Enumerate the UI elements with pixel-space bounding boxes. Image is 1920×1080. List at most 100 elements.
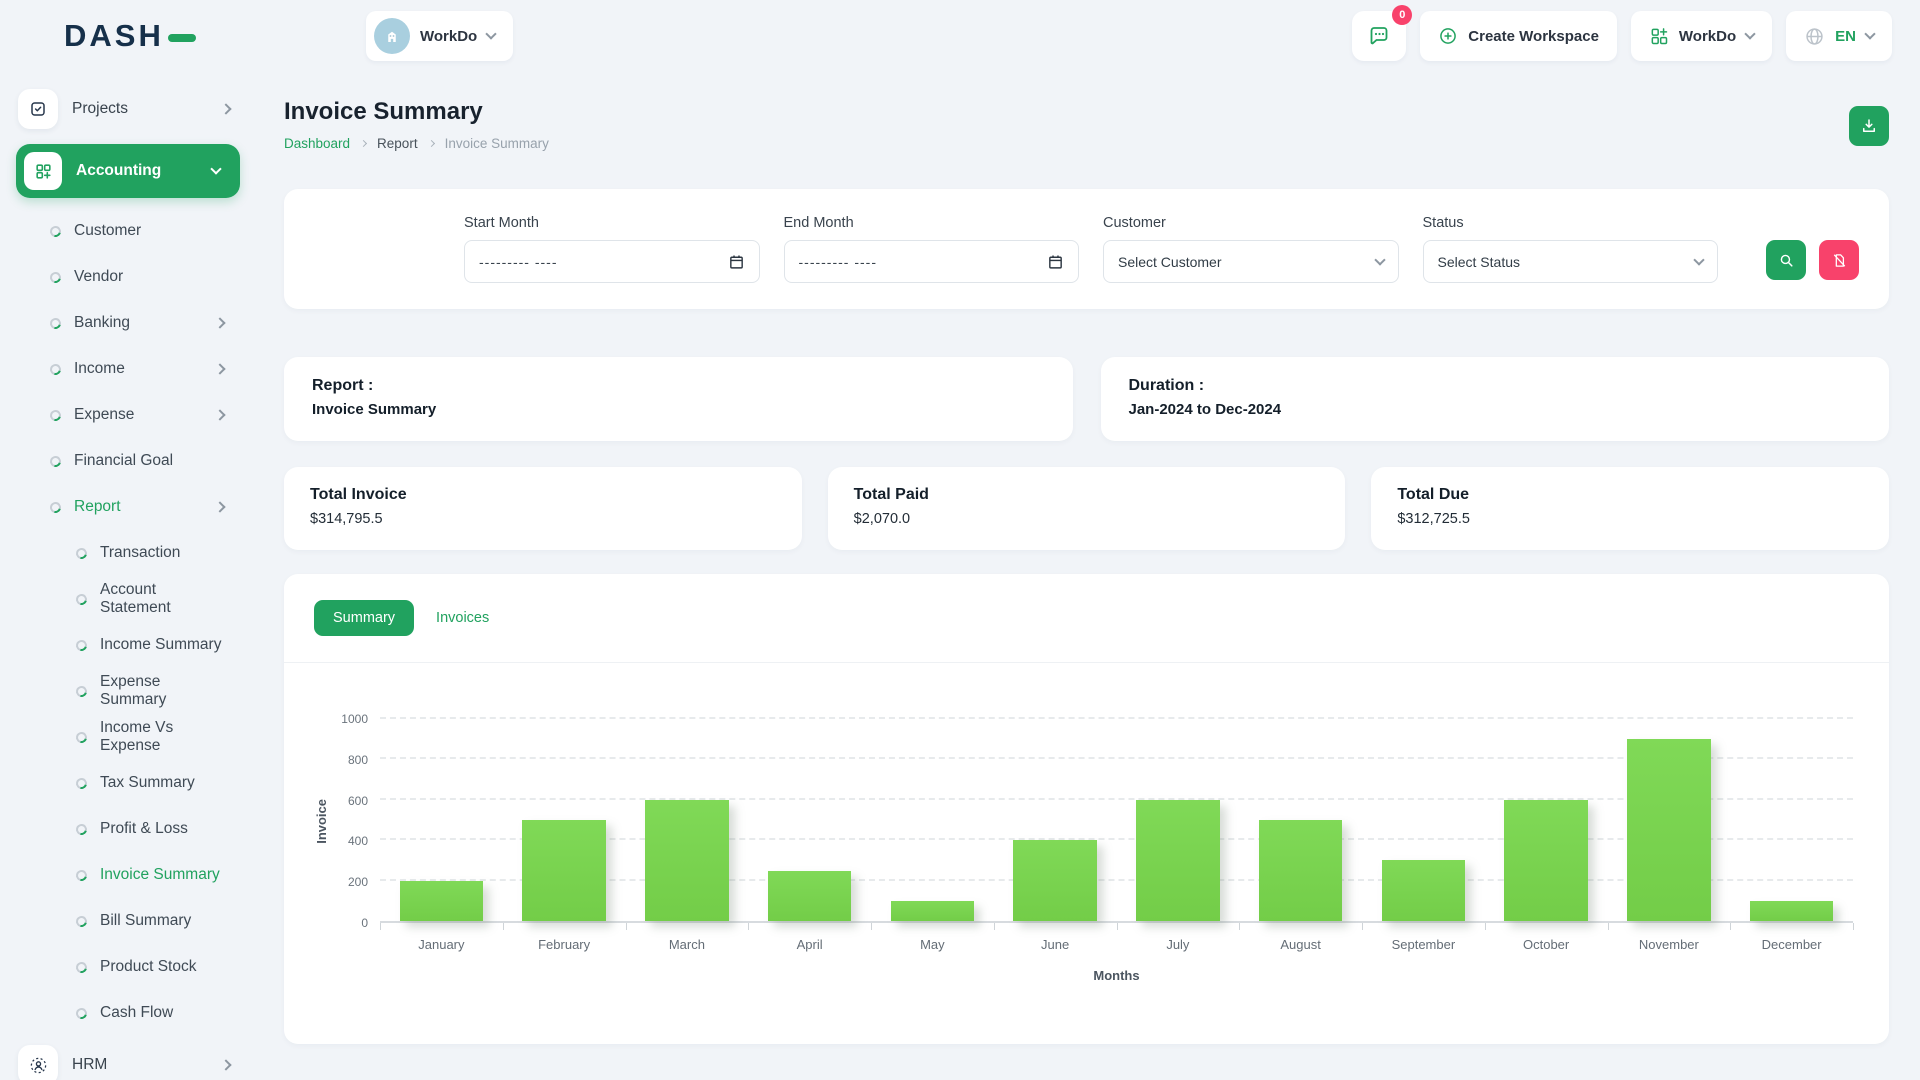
bullet-icon xyxy=(48,407,63,422)
chevron-right-icon xyxy=(220,1059,231,1070)
bar-april[interactable] xyxy=(768,871,851,922)
status-select[interactable]: Select Status xyxy=(1423,240,1719,283)
y-axis-title: Invoice xyxy=(314,799,329,844)
bullet-icon xyxy=(74,637,89,652)
tab-invoices[interactable]: Invoices xyxy=(436,610,489,626)
sidebar-item-hrm[interactable]: HRM xyxy=(0,1036,254,1080)
language-code: EN xyxy=(1835,28,1856,45)
bar-july[interactable] xyxy=(1136,800,1219,921)
x-axis-tick xyxy=(1485,923,1486,930)
x-label-january: January xyxy=(380,937,503,952)
sidebar-item-label: Expense xyxy=(74,406,134,424)
sidebar-item-expense[interactable]: Expense xyxy=(0,392,254,438)
chat-icon xyxy=(1367,24,1391,48)
topbar: DASH WorkDo 0 Create Workspace xyxy=(0,0,1920,72)
x-axis-tick xyxy=(1730,923,1731,930)
language-selector[interactable]: EN xyxy=(1786,11,1892,61)
start-month-input[interactable]: --------- ---- xyxy=(464,240,760,283)
messages-count-badge: 0 xyxy=(1392,5,1412,25)
sidebar-item-income[interactable]: Income xyxy=(0,346,254,392)
create-workspace-button[interactable]: Create Workspace xyxy=(1420,11,1617,61)
workspace-switcher[interactable]: WorkDo xyxy=(366,11,513,61)
bullet-icon xyxy=(48,223,63,238)
accounting-submenu: CustomerVendor Banking Income Expense Financ… xyxy=(0,208,254,1036)
status-label: Status xyxy=(1423,215,1719,231)
download-button[interactable] xyxy=(1849,106,1889,146)
breadcrumb-dashboard[interactable]: Dashboard xyxy=(284,136,350,151)
tab-summary[interactable]: Summary xyxy=(314,600,414,636)
bar-january[interactable] xyxy=(400,881,483,921)
bar-slot xyxy=(626,719,749,921)
sidebar-item-profit-loss[interactable]: Profit & Loss xyxy=(0,806,254,852)
building-icon xyxy=(383,27,401,45)
report-card: Report : Invoice Summary xyxy=(284,357,1073,441)
bar-december[interactable] xyxy=(1750,901,1833,921)
bar-august[interactable] xyxy=(1259,820,1342,921)
bar-november[interactable] xyxy=(1627,739,1710,921)
sidebar-item-projects[interactable]: Projects xyxy=(0,80,254,138)
x-axis-labels: JanuaryFebruaryMarchAprilMayJuneJulyAugu… xyxy=(380,937,1853,952)
sidebar-item-expense-summary[interactable]: Expense Summary xyxy=(0,668,254,714)
sidebar-item-bill-summary[interactable]: Bill Summary xyxy=(0,898,254,944)
apps-menu-button[interactable]: WorkDo xyxy=(1631,11,1772,61)
duration-card: Duration : Jan-2024 to Dec-2024 xyxy=(1101,357,1890,441)
sidebar-item-label: Banking xyxy=(74,314,130,332)
sidebar: Projects Accounting CustomerVendor Bankin… xyxy=(0,72,254,1080)
x-label-december: December xyxy=(1730,937,1853,952)
sidebar-item-cash-flow[interactable]: Cash Flow xyxy=(0,990,254,1036)
chevron-right-icon xyxy=(214,501,225,512)
bar-february[interactable] xyxy=(522,820,605,921)
bullet-icon xyxy=(74,821,89,836)
bar-slot xyxy=(380,719,503,921)
sidebar-item-report[interactable]: Report xyxy=(0,484,254,530)
invoice-bar-chart: Invoice 02004006008001000 JanuaryFebruar… xyxy=(310,719,1853,983)
chevron-right-icon xyxy=(220,103,231,114)
sidebar-item-invoice-summary[interactable]: Invoice Summary xyxy=(0,852,254,898)
x-label-may: May xyxy=(871,937,994,952)
sidebar-item-vendor[interactable]: Vendor xyxy=(0,254,254,300)
bullet-icon xyxy=(48,453,63,468)
sidebar-item-transaction[interactable]: Transaction xyxy=(0,530,254,576)
reset-filter-button[interactable] xyxy=(1819,240,1859,280)
report-card-title: Report : xyxy=(312,377,1045,395)
bar-slot xyxy=(1608,719,1731,921)
customer-select[interactable]: Select Customer xyxy=(1103,240,1399,283)
sidebar-item-label: Income Vs Expense xyxy=(100,719,224,755)
sidebar-item-account-statement[interactable]: Account Statement xyxy=(0,576,254,622)
sidebar-item-customer[interactable]: Customer xyxy=(0,208,254,254)
sidebar-item-accounting[interactable]: Accounting xyxy=(16,144,240,198)
end-month-input[interactable]: --------- ---- xyxy=(784,240,1080,283)
bar-september[interactable] xyxy=(1382,860,1465,921)
apps-menu-label: WorkDo xyxy=(1679,28,1736,45)
customer-label: Customer xyxy=(1103,215,1399,231)
bar-slot xyxy=(503,719,626,921)
x-axis-tick xyxy=(871,923,872,930)
y-tick-400: 400 xyxy=(348,834,368,848)
bar-slot xyxy=(1362,719,1485,921)
sidebar-item-label: Report xyxy=(74,498,121,516)
bar-june[interactable] xyxy=(1013,840,1096,921)
sidebar-item-financial-goal[interactable]: Financial Goal xyxy=(0,438,254,484)
chevron-right-icon xyxy=(214,363,225,374)
bullet-icon xyxy=(74,591,89,606)
bar-may[interactable] xyxy=(891,901,974,921)
y-tick-600: 600 xyxy=(348,794,368,808)
sidebar-item-banking[interactable]: Banking xyxy=(0,300,254,346)
total-paid-card: Total Paid $2,070.0 xyxy=(828,467,1346,550)
sidebar-item-income-vs-expense[interactable]: Income Vs Expense xyxy=(0,714,254,760)
messages-button[interactable]: 0 xyxy=(1352,11,1406,61)
y-tick-800: 800 xyxy=(348,753,368,767)
sidebar-item-product-stock[interactable]: Product Stock xyxy=(0,944,254,990)
chevron-right-icon xyxy=(214,317,225,328)
bar-march[interactable] xyxy=(645,800,728,921)
x-label-march: March xyxy=(626,937,749,952)
x-label-august: August xyxy=(1239,937,1362,952)
sidebar-item-tax-summary[interactable]: Tax Summary xyxy=(0,760,254,806)
bullet-icon xyxy=(74,683,89,698)
plus-circle-icon xyxy=(1438,26,1458,46)
bar-october[interactable] xyxy=(1504,800,1587,921)
sidebar-item-label: Tax Summary xyxy=(100,774,195,792)
bullet-icon xyxy=(48,499,63,514)
apply-filter-button[interactable] xyxy=(1766,240,1806,280)
sidebar-item-income-summary[interactable]: Income Summary xyxy=(0,622,254,668)
